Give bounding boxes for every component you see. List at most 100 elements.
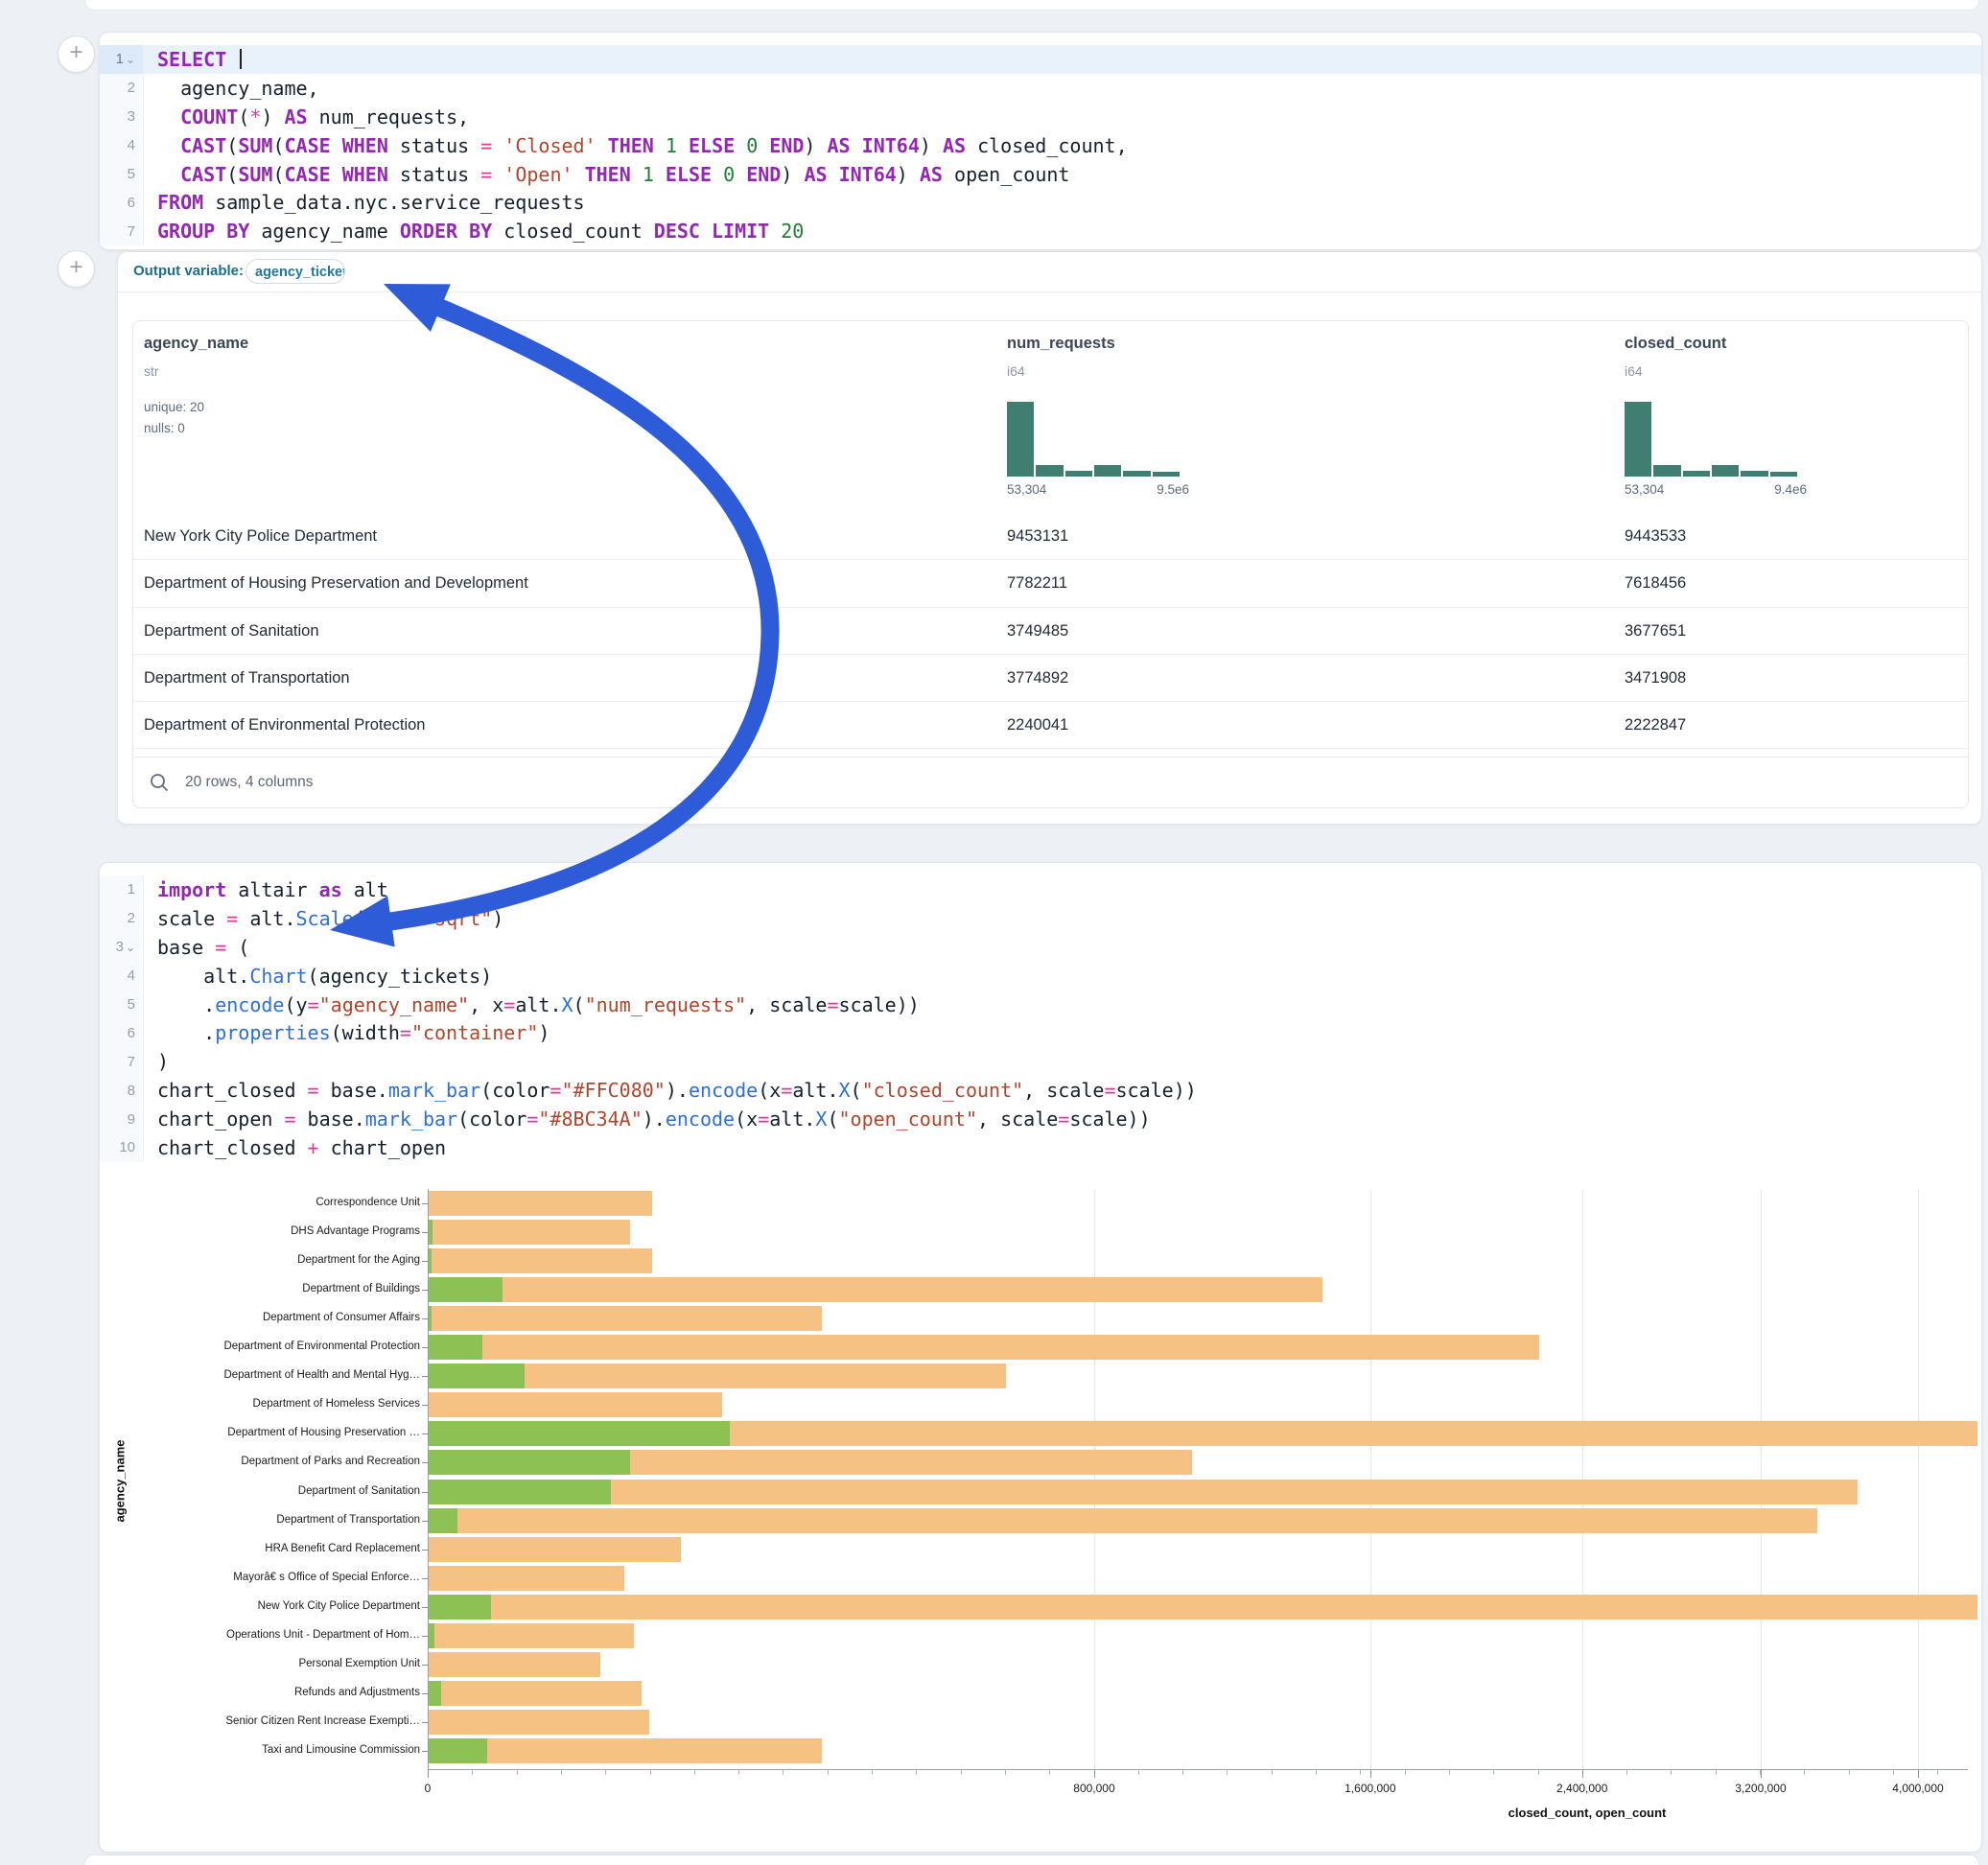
x-tick-label: 1,600,000 (1345, 1782, 1395, 1795)
x-tick (1918, 1770, 1919, 1778)
x-minor-tick (738, 1770, 739, 1775)
x-minor-tick (872, 1770, 873, 1775)
code-line: 5 CAST(SUM(CASE WHEN status = 'Open' THE… (100, 160, 1981, 189)
code-text[interactable]: SELECT (144, 45, 1981, 74)
line-number: 8 (100, 1076, 144, 1105)
histogram-bar (1653, 465, 1680, 477)
python-code-editor[interactable]: 1import altair as alt2scale = alt.Scale(… (100, 863, 1981, 1162)
bar-closed-count (429, 1277, 1322, 1302)
x-tick-label: 800,000 (1073, 1782, 1114, 1795)
code-text[interactable]: base = ( (144, 933, 1981, 962)
y-axis-label: Correspondence Unit (99, 1197, 420, 1208)
bar-closed-count (429, 1681, 642, 1706)
code-text[interactable]: .properties(width="container") (144, 1018, 1981, 1047)
x-minor-tick (1316, 1770, 1317, 1775)
bar-closed-count (429, 1652, 600, 1677)
bar-closed-count (429, 1623, 634, 1648)
line-number: 6 (100, 1018, 144, 1047)
histogram-max: 9.4e6 (1774, 482, 1807, 497)
y-axis-label: Taxi and Limousine Commission (99, 1744, 420, 1756)
histogram-min: 53,304 (1625, 482, 1664, 497)
code-text[interactable]: scale = alt.Scale(type="sqrt") (144, 904, 1981, 933)
code-line: 1⌄SELECT (100, 45, 1981, 74)
output-variable-pill[interactable]: agency_tickets (246, 259, 345, 284)
table-header: agency_name str unique: 20 nulls: 0 num_… (133, 321, 1968, 513)
x-minor-tick (1405, 1770, 1406, 1775)
sql-code-editor[interactable]: 1⌄SELECT 2 agency_name,3 COUNT(*) AS num… (100, 33, 1981, 245)
row-count-label: 20 rows, 4 columns (185, 774, 314, 791)
y-axis-label: HRA Benefit Card Replacement (99, 1543, 420, 1554)
cell-agency-name: Department of Sanitation (144, 608, 319, 654)
code-line: 6 .properties(width="container") (100, 1018, 1981, 1047)
add-cell-button[interactable]: + (58, 35, 95, 73)
histogram-bar (1683, 471, 1710, 477)
table-row: Department of Environmental Protection22… (133, 702, 1968, 749)
x-minor-tick (916, 1770, 917, 1775)
x-minor-tick (828, 1770, 829, 1775)
add-cell-button[interactable]: + (58, 250, 95, 288)
code-text[interactable]: .encode(y="agency_name", x=alt.X("num_re… (144, 991, 1981, 1019)
x-minor-tick (517, 1770, 518, 1775)
column-histogram (1007, 402, 1180, 477)
x-tick-label: 3,200,000 (1735, 1782, 1786, 1795)
bar-open-count (429, 1681, 441, 1706)
code-line: 1import altair as alt (100, 875, 1981, 904)
code-text[interactable]: ) (144, 1047, 1981, 1076)
histogram-bar (1094, 465, 1121, 477)
code-text[interactable]: COUNT(*) AS num_requests, (144, 103, 1981, 131)
fold-chevron-icon[interactable]: ⌄ (126, 942, 135, 953)
histogram-bar (1007, 402, 1034, 477)
code-text[interactable]: CAST(SUM(CASE WHEN status = 'Open' THEN … (144, 160, 1981, 189)
histogram-bar (1770, 472, 1797, 477)
bar-open-count (429, 1738, 487, 1763)
line-number: 9 (100, 1105, 144, 1133)
next-cell-edge (84, 1854, 1979, 1865)
x-minor-tick (1937, 1770, 1938, 1775)
code-text[interactable]: alt.Chart(agency_tickets) (144, 962, 1981, 991)
x-tick (428, 1770, 429, 1778)
code-text[interactable]: chart_closed = base.mark_bar(color="#FFC… (144, 1076, 1981, 1105)
bar-open-count (429, 1248, 432, 1273)
y-axis-label: Senior Citizen Rent Increase Exempti… (99, 1715, 420, 1727)
code-line: 7) (100, 1047, 1981, 1076)
cell-num-requests: 3774892 (1007, 655, 1068, 701)
bar-open-count (429, 1595, 491, 1620)
search-icon[interactable] (149, 772, 170, 793)
y-axis-line (428, 1189, 429, 1769)
result-table: agency_name str unique: 20 nulls: 0 num_… (132, 320, 1969, 808)
line-number: 4 (100, 131, 144, 160)
code-text[interactable]: agency_name, (144, 74, 1981, 103)
x-tick (1582, 1770, 1583, 1778)
cell-num-requests: 9453131 (1007, 513, 1068, 559)
code-text[interactable]: chart_open = base.mark_bar(color="#8BC34… (144, 1105, 1981, 1133)
code-text[interactable]: CAST(SUM(CASE WHEN status = 'Closed' THE… (144, 131, 1981, 160)
y-axis-label: Department of Health and Mental Hyg… (99, 1369, 420, 1381)
histogram-range: 53,304 9.4e6 (1625, 482, 1807, 497)
x-tick (1761, 1770, 1762, 1778)
code-text[interactable]: FROM sample_data.nyc.service_requests (144, 188, 1981, 217)
y-axis-label: Department for the Aging (99, 1254, 420, 1266)
cell-agency-name: Department of Transportation (144, 655, 350, 701)
previous-cell-edge (84, 0, 1979, 11)
bar-closed-count (429, 1480, 1858, 1504)
fold-chevron-icon[interactable]: ⌄ (126, 54, 135, 65)
x-minor-tick (783, 1770, 784, 1775)
histogram-range: 53,304 9.5e6 (1007, 482, 1189, 497)
line-number: 2 (100, 74, 144, 103)
y-axis-label: New York City Police Department (99, 1600, 420, 1612)
code-text[interactable]: import altair as alt (144, 875, 1981, 904)
bar-closed-count (429, 1248, 652, 1273)
x-minor-tick (961, 1770, 962, 1775)
x-minor-tick (1671, 1770, 1672, 1775)
cell-agency-name: Department of Housing Preservation and D… (144, 560, 528, 606)
line-number: 7 (100, 1047, 144, 1076)
x-minor-tick (1893, 1770, 1894, 1775)
x-minor-tick (1049, 1770, 1050, 1775)
code-text[interactable]: GROUP BY agency_name ORDER BY closed_cou… (144, 217, 1981, 245)
y-axis-label: Department of Environmental Protection (99, 1340, 420, 1352)
code-line: 9chart_open = base.mark_bar(color="#8BC3… (100, 1105, 1981, 1133)
column-name: agency_name (144, 335, 248, 353)
line-number: 3 (100, 103, 144, 131)
bar-closed-count (429, 1191, 652, 1216)
notebook-page: { "app": {"background":"#edf0f4","arrow_… (0, 0, 1988, 1864)
